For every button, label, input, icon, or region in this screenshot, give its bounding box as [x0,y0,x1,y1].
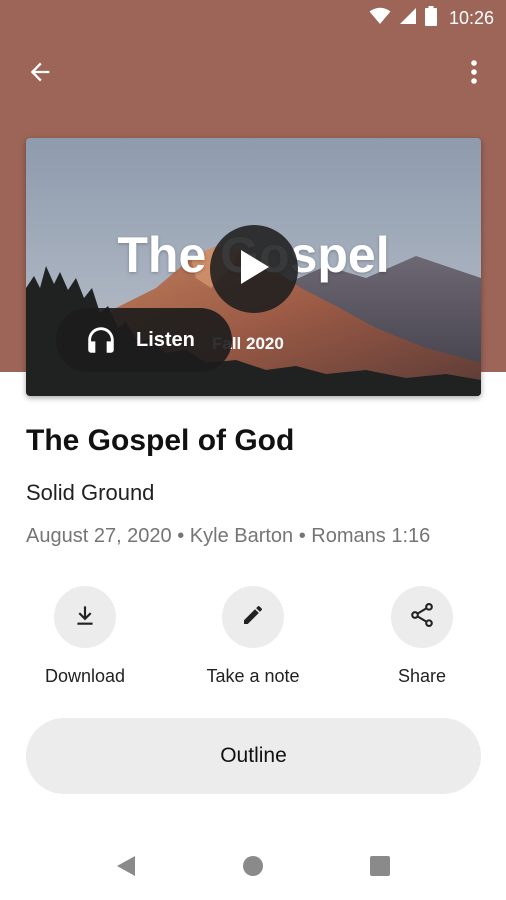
share-label: Share [397,666,447,686]
listen-button[interactable]: Listen [56,308,232,372]
share-button[interactable]: Share [347,586,497,687]
download-circle [54,586,116,648]
status-bar: 10:26 [0,0,506,36]
play-icon [237,248,271,291]
more-options-button[interactable] [452,52,496,96]
download-label: Download [44,666,126,686]
back-triangle-icon [115,854,137,883]
more-vertical-icon [470,59,478,90]
share-circle [391,586,453,648]
outline-button[interactable]: Outline [26,718,481,794]
take-note-circle [222,586,284,648]
status-icons: 10:26 [369,5,494,31]
take-note-button[interactable]: Take a note [178,586,328,687]
outline-label: Outline [220,744,287,767]
sermon-meta: August 27, 2020 • Kyle Barton • Romans 1… [26,525,431,547]
nav-back-button[interactable] [108,850,144,886]
play-button[interactable] [210,225,298,313]
take-note-label: Take a note [206,666,300,686]
nav-home-button[interactable] [235,850,271,886]
battery-icon [424,5,437,31]
recents-square-icon [369,855,391,882]
signal-icon [399,7,417,30]
headphones-icon [83,322,119,358]
system-nav-bar [0,836,506,900]
download-button[interactable]: Download [10,586,160,687]
share-icon [408,601,436,634]
download-icon [72,602,98,633]
status-time: 10:26 [448,7,494,28]
sermon-title: The Gospel of God [26,424,295,457]
pencil-icon [241,603,265,632]
series-name[interactable]: Solid Ground [26,480,154,506]
listen-label: Listen [136,328,195,351]
arrow-left-icon [26,58,54,91]
nav-recents-button[interactable] [362,850,398,886]
wifi-icon [369,7,391,30]
back-button[interactable] [18,52,62,96]
sermon-artwork[interactable]: The Gospel Fall 2020 Listen [26,138,481,396]
home-circle-icon [242,855,264,882]
sermon-detail-screen: 10:26 The Gospel Fall 2020 Listen The Go… [0,0,506,900]
